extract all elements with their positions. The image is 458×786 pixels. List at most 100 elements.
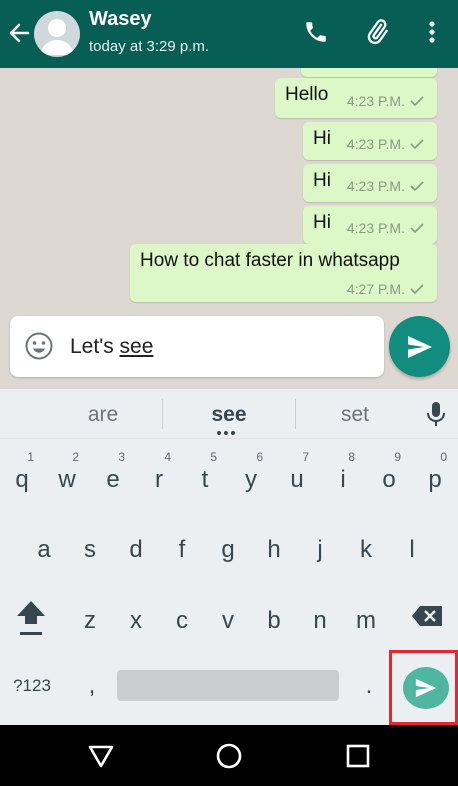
key-hint: 9 (394, 450, 401, 464)
message-meta: 4:27 P.M. (347, 281, 424, 297)
message-bubble[interactable]: Hi 4:23 P.M. (303, 164, 437, 202)
key-f[interactable]: f (160, 520, 204, 572)
message-time: 4:23 P.M. (346, 136, 405, 152)
message-bubble[interactable]: Hi 4:23 P.M. (303, 122, 437, 160)
message-time: 4:23 P.M. (346, 178, 405, 194)
key-s[interactable]: s (68, 520, 112, 572)
attach-icon[interactable] (361, 16, 393, 48)
key-hint: 3 (118, 450, 125, 464)
contact-name[interactable]: Wasey (89, 8, 152, 31)
key-label: w (58, 466, 76, 493)
send-button[interactable] (389, 316, 450, 377)
more-suggestions-dots (217, 431, 235, 435)
key-t[interactable]: 5t (183, 450, 227, 502)
key-a[interactable]: a (22, 520, 66, 572)
message-bubble-partial (301, 68, 437, 77)
key-label: k (360, 536, 372, 563)
message-bubble[interactable]: Hi 4:23 P.M. (303, 206, 437, 244)
key-n[interactable]: n (298, 591, 342, 643)
suggestion-2[interactable]: see (169, 403, 289, 427)
key-r[interactable]: 4r (137, 450, 181, 502)
key-w[interactable]: 2w (45, 450, 89, 502)
key-label: h (267, 536, 281, 563)
key-p[interactable]: 0p (413, 450, 457, 502)
key-label: z (84, 607, 96, 634)
key-i[interactable]: 8i (321, 450, 365, 502)
key-hint: 8 (348, 450, 355, 464)
key-label: a (37, 536, 51, 563)
suggestion-divider (162, 399, 163, 429)
check-icon (410, 139, 424, 149)
key-d[interactable]: d (114, 520, 158, 572)
emoji-icon[interactable] (25, 332, 53, 360)
key-l[interactable]: l (390, 520, 434, 572)
key-c[interactable]: c (160, 591, 204, 643)
phone-icon[interactable] (300, 16, 332, 48)
message-time: 4:27 P.M. (346, 281, 405, 297)
key-hint: 4 (164, 450, 171, 464)
key-label: n (313, 607, 327, 634)
period-key[interactable]: . (355, 669, 383, 703)
key-hint: 1 (27, 450, 34, 464)
key-label: s (84, 536, 96, 563)
space-key[interactable] (117, 670, 339, 701)
message-input[interactable]: Let's see (10, 316, 384, 377)
key-g[interactable]: g (206, 520, 250, 572)
back-arrow-icon[interactable] (6, 20, 32, 46)
key-m[interactable]: m (344, 591, 388, 643)
message-meta: 4:23 P.M. (347, 93, 424, 109)
avatar[interactable] (34, 11, 80, 57)
check-icon (410, 96, 424, 106)
back-nav-icon[interactable] (86, 741, 116, 771)
key-hint: 0 (440, 450, 447, 464)
shift-key[interactable] (9, 594, 53, 642)
last-seen-status: today at 3:29 p.m. (89, 38, 210, 55)
key-hint: 7 (302, 450, 309, 464)
key-v[interactable]: v (206, 591, 250, 643)
chat-header: Wasey today at 3:29 p.m. (0, 0, 458, 68)
key-h[interactable]: h (252, 520, 296, 572)
key-q[interactable]: 1q (0, 450, 44, 502)
key-e[interactable]: 3e (91, 450, 135, 502)
recents-nav-icon[interactable] (343, 741, 373, 771)
suggestion-1[interactable]: are (43, 403, 163, 427)
key-j[interactable]: j (298, 520, 342, 572)
message-text: Hi (313, 128, 331, 149)
comma-key[interactable]: , (78, 669, 106, 703)
key-label: u (290, 466, 304, 493)
shift-icon (17, 601, 45, 635)
key-label: g (221, 536, 235, 563)
suggestion-3[interactable]: set (295, 403, 415, 427)
message-meta: 4:23 P.M. (347, 220, 424, 236)
input-text[interactable]: Let's see (70, 335, 153, 359)
message-meta: 4:23 P.M. (347, 136, 424, 152)
symbols-key[interactable]: ?123 (6, 669, 58, 703)
key-y[interactable]: 6y (229, 450, 273, 502)
key-x[interactable]: x (114, 591, 158, 643)
key-o[interactable]: 9o (367, 450, 411, 502)
key-label: r (155, 466, 163, 493)
suggestion-strip: are see set (0, 389, 458, 439)
backspace-key[interactable] (405, 601, 449, 631)
key-hint: 6 (256, 450, 263, 464)
input-text-composing: see (119, 335, 154, 358)
system-nav-bar (0, 725, 458, 786)
message-bubble[interactable]: How to chat faster in whatsapp 4:27 P.M. (130, 244, 437, 302)
message-bubble[interactable]: Hello 4:23 P.M. (275, 78, 437, 118)
key-label: p (428, 466, 442, 493)
more-vert-icon[interactable] (416, 16, 448, 48)
check-icon (410, 223, 424, 233)
highlight-box (389, 650, 458, 725)
key-b[interactable]: b (252, 591, 296, 643)
key-z[interactable]: z (68, 591, 112, 643)
key-u[interactable]: 7u (275, 450, 319, 502)
mic-icon[interactable] (422, 399, 450, 429)
key-label: e (106, 466, 120, 493)
message-time: 4:23 P.M. (346, 93, 405, 109)
message-text: Hi (313, 170, 331, 191)
key-label: f (178, 536, 186, 563)
home-nav-icon[interactable] (214, 741, 244, 771)
check-icon (410, 181, 424, 191)
send-icon (407, 335, 432, 358)
key-k[interactable]: k (344, 520, 388, 572)
